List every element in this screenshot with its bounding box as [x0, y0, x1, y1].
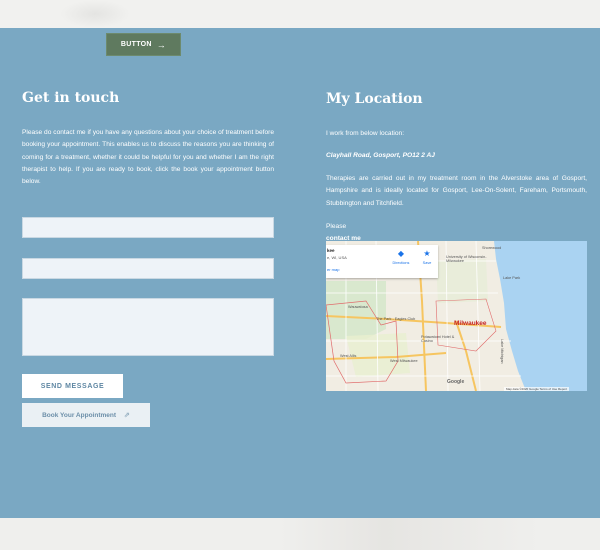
map-label-west-milwaukee: West Milwaukee: [390, 359, 418, 363]
map-card-title: kee: [327, 248, 335, 253]
send-message-button[interactable]: SEND MESSAGE: [22, 374, 123, 398]
banner-decoration: [60, 0, 130, 28]
top-banner-strip: [0, 0, 600, 28]
message-textarea[interactable]: [22, 298, 274, 356]
arrow-right-icon: →: [156, 39, 167, 50]
directions-button[interactable]: ◆ Directions: [390, 249, 412, 265]
map-label-university: University of Wisconsin-Milwaukee: [446, 255, 487, 263]
book-appointment-button[interactable]: Book Your Appointment ⇗: [22, 403, 150, 427]
location-heading: My Location: [326, 91, 423, 107]
external-link-icon: ⇗: [124, 412, 130, 419]
location-address: Clayhall Road, Gosport, PO12 2 AJ: [326, 152, 435, 159]
map-card-subtitle: e, WI, USA: [327, 255, 347, 260]
map-label-shorewood: Shorewood: [482, 246, 502, 250]
bottom-banner-strip: [0, 518, 600, 550]
map-label-the-park: The Park - Eagles Club: [376, 317, 416, 321]
top-button-label: BUTTON: [120, 41, 152, 48]
contact-paragraph: Please do contact me if you have any que…: [22, 129, 274, 186]
directions-label: Directions: [392, 261, 410, 265]
location-map[interactable]: kee e, WI, USA er map ◆ Directions ★ Sav…: [326, 241, 587, 391]
map-label-lake: Lake Michigan: [500, 339, 504, 364]
book-appointment-label: Book Your Appointment: [42, 411, 117, 419]
contact-heading: Get in touch: [22, 90, 120, 106]
contact-section: BUTTON → Get in touch Please do contact …: [0, 28, 600, 518]
location-intro: I work from below location:: [326, 130, 405, 137]
location-description: Therapies are carried out in my treatmen…: [326, 175, 587, 207]
directions-icon: ◆: [397, 249, 405, 258]
map-city-label: Milwaukee: [454, 320, 487, 327]
map-label-lake-park: Lake Park: [503, 276, 521, 280]
map-label-west-allis: West Allis: [340, 354, 357, 358]
save-button[interactable]: ★ Save: [418, 249, 436, 265]
save-label: Save: [422, 261, 432, 265]
view-larger-map-link[interactable]: er map: [327, 267, 339, 272]
star-icon: ★: [423, 249, 431, 258]
location-please: Please: [326, 223, 347, 230]
email-input[interactable]: [22, 258, 274, 279]
map-place-card: kee e, WI, USA er map ◆ Directions ★ Sav…: [326, 245, 438, 278]
map-label-potawatomi: Potawatomi Hotel & Casino: [421, 335, 455, 343]
top-button[interactable]: BUTTON →: [106, 33, 181, 56]
name-input[interactable]: [22, 217, 274, 238]
map-footer: Map data ©2020 Google Terms of Use Repor…: [504, 387, 570, 391]
send-message-label: SEND MESSAGE: [40, 382, 105, 390]
bottom-decoration: [280, 518, 540, 550]
google-logo: Google: [447, 379, 465, 385]
map-label-wauwatosa: Wauwatosa: [348, 305, 368, 309]
